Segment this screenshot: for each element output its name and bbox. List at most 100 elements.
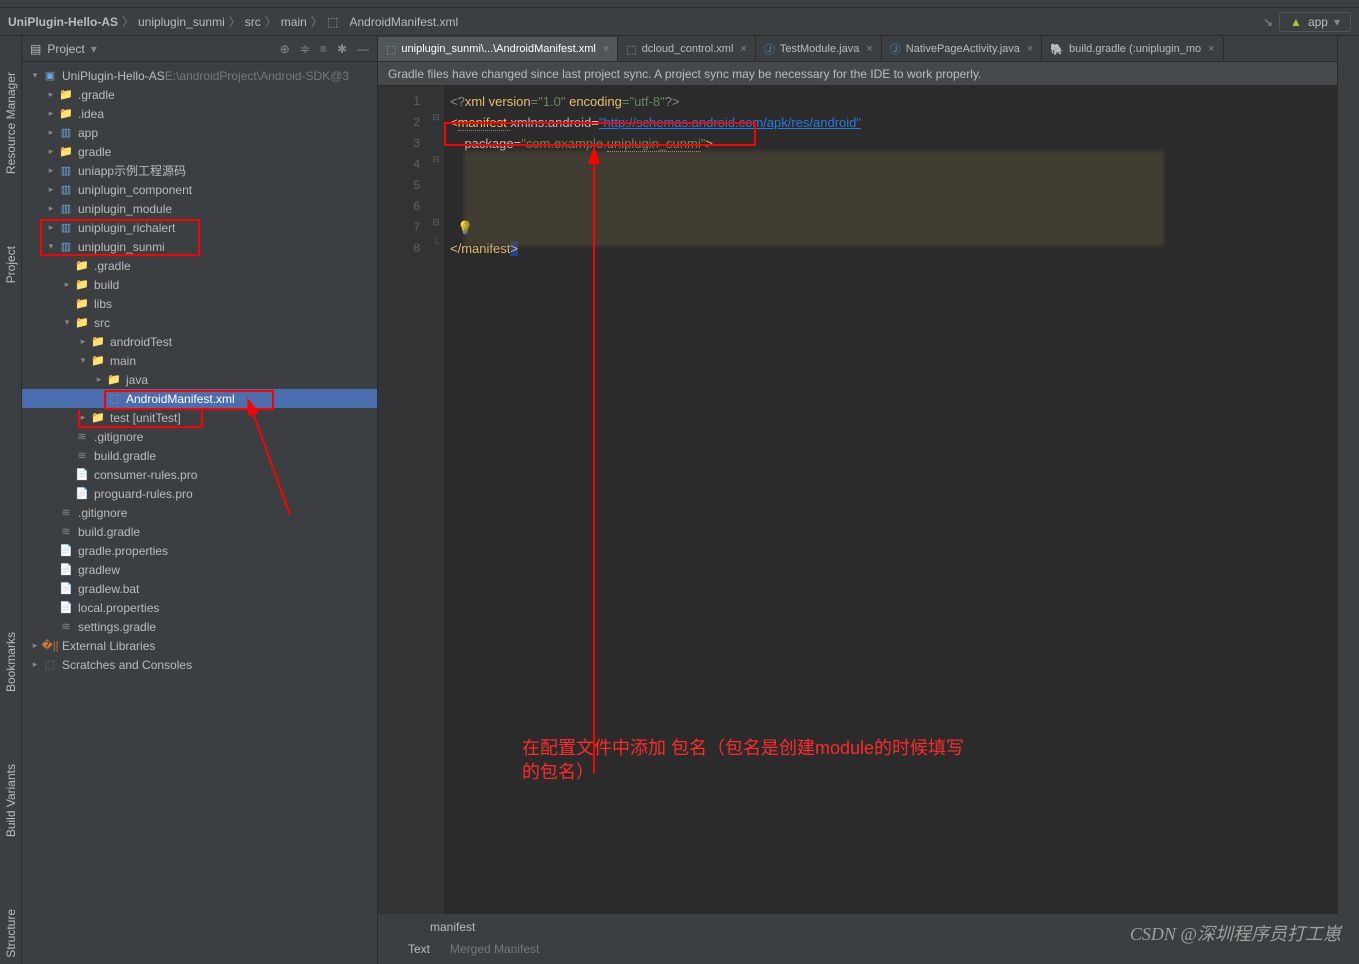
expand-arrow-icon[interactable]: ▾ bbox=[44, 241, 58, 252]
tree-item[interactable]: 📄consumer-rules.pro bbox=[22, 465, 377, 484]
tree-item[interactable]: ▸�|| External Libraries bbox=[22, 636, 377, 655]
tree-label: src bbox=[94, 316, 110, 330]
editor-body: 12345678 ⊟ ⊟ ⊟└ <?xml version="1.0" enco… bbox=[378, 86, 1337, 964]
tree-item[interactable]: ▸📁build bbox=[22, 275, 377, 294]
run-config-selector[interactable]: ▲ app ▾ bbox=[1279, 12, 1351, 32]
editor-tab[interactable]: ⬚dcloud_control.xml× bbox=[618, 37, 756, 61]
tree-item[interactable]: ⬚AndroidManifest.xml bbox=[22, 389, 377, 408]
gradle-sync-banner[interactable]: Gradle files have changed since last pro… bbox=[378, 62, 1337, 86]
expand-arrow-icon[interactable]: ▸ bbox=[76, 336, 90, 347]
close-icon[interactable]: × bbox=[866, 43, 872, 55]
file-p-icon: 📄 bbox=[58, 562, 74, 578]
tree-item[interactable]: ▾📁src bbox=[22, 313, 377, 332]
tree-item[interactable]: ≋.gitignore bbox=[22, 427, 377, 446]
expand-arrow-icon[interactable]: ▸ bbox=[44, 184, 58, 195]
settings-icon[interactable]: ✱ bbox=[337, 42, 347, 56]
chevron-right-icon: 〉 bbox=[265, 13, 277, 30]
expand-arrow-icon[interactable]: ▸ bbox=[76, 412, 90, 423]
tree-item[interactable]: ▸▥uniplugin_richalert bbox=[22, 218, 377, 237]
expand-arrow-icon[interactable]: ▾ bbox=[28, 70, 42, 81]
expand-arrow-icon[interactable]: ▸ bbox=[60, 279, 74, 290]
tree-item[interactable]: ≋build.gradle bbox=[22, 446, 377, 465]
tree-item[interactable]: ≋settings.gradle bbox=[22, 617, 377, 636]
bookmarks-tab[interactable]: Bookmarks bbox=[2, 626, 20, 698]
breadcrumb-root[interactable]: UniPlugin-Hello-AS bbox=[8, 15, 118, 29]
tree-item[interactable]: 📄gradlew.bat bbox=[22, 579, 377, 598]
tree-item[interactable]: ▸⬚Scratches and Consoles bbox=[22, 655, 377, 674]
expand-arrow-icon[interactable]: ▸ bbox=[44, 108, 58, 119]
close-icon[interactable]: × bbox=[740, 43, 746, 55]
tree-item[interactable]: 📁.gradle bbox=[22, 256, 377, 275]
tree-item[interactable]: ▸📁.gradle bbox=[22, 85, 377, 104]
editor-tab[interactable]: ⒿTestModule.java× bbox=[756, 37, 882, 61]
folder-b-icon: 📁 bbox=[106, 372, 122, 388]
expand-arrow-icon[interactable]: ▸ bbox=[44, 127, 58, 138]
merged-manifest-tab[interactable]: Merged Manifest bbox=[450, 942, 539, 956]
tree-label: uniapp示例工程源码 bbox=[78, 162, 186, 179]
structure-tab[interactable]: Structure bbox=[2, 903, 20, 964]
breadcrumb-module[interactable]: uniplugin_sunmi bbox=[138, 15, 225, 29]
close-icon[interactable]: × bbox=[1027, 43, 1033, 55]
breadcrumb-file[interactable]: ⬚ AndroidManifest.xml bbox=[327, 15, 458, 29]
tree-item[interactable]: ≋build.gradle bbox=[22, 522, 377, 541]
collapse-icon[interactable]: ≡ bbox=[320, 42, 327, 56]
tree-item[interactable]: ▸📁java bbox=[22, 370, 377, 389]
close-icon[interactable]: × bbox=[603, 43, 609, 55]
tree-item[interactable]: ▸📁androidTest bbox=[22, 332, 377, 351]
tree-item[interactable]: ▾📁main bbox=[22, 351, 377, 370]
tree-item[interactable]: ▸📁.idea bbox=[22, 104, 377, 123]
expand-arrow-icon[interactable]: ▸ bbox=[44, 203, 58, 214]
expand-arrow-icon[interactable]: ▸ bbox=[28, 659, 42, 670]
expand-icon[interactable]: ≑ bbox=[300, 42, 310, 56]
breadcrumb-src[interactable]: src bbox=[245, 15, 261, 29]
tree-item[interactable]: ▸📁gradle bbox=[22, 142, 377, 161]
breadcrumb-main[interactable]: main bbox=[281, 15, 307, 29]
tree-item[interactable]: ▸▥app bbox=[22, 123, 377, 142]
editor-tab[interactable]: ⒿNativePageActivity.java× bbox=[882, 37, 1043, 61]
close-icon[interactable]: × bbox=[1208, 43, 1214, 55]
tree-item[interactable]: ▾▣UniPlugin-Hello-AS E:\androidProject\A… bbox=[22, 66, 377, 85]
editor-tab[interactable]: ⬚uniplugin_sunmi\...\AndroidManifest.xml… bbox=[378, 37, 618, 61]
module-icon: ▥ bbox=[58, 182, 74, 198]
locate-icon[interactable]: ⊕ bbox=[280, 42, 290, 56]
text-tab[interactable]: Text bbox=[408, 942, 430, 956]
expand-arrow-icon[interactable]: ▸ bbox=[44, 165, 58, 176]
sync-icon[interactable]: ↘ bbox=[1263, 15, 1273, 29]
java-icon: Ⓙ bbox=[764, 41, 775, 57]
hide-icon[interactable]: — bbox=[357, 42, 369, 56]
scratch-icon: ⬚ bbox=[42, 657, 58, 673]
tree-item[interactable]: ▸▥uniplugin_component bbox=[22, 180, 377, 199]
intention-bulb-icon[interactable]: 💡 bbox=[457, 220, 473, 235]
tree-item[interactable]: 📄local.properties bbox=[22, 598, 377, 617]
code-editor[interactable]: <?xml version="1.0" encoding="utf-8"?> <… bbox=[444, 86, 1337, 964]
expand-arrow-icon[interactable]: ▾ bbox=[60, 317, 74, 328]
tree-label: .idea bbox=[78, 107, 104, 121]
tree-label: libs bbox=[94, 297, 112, 311]
expand-arrow-icon[interactable]: ▸ bbox=[44, 89, 58, 100]
resource-manager-tab[interactable]: Resource Manager bbox=[2, 66, 20, 180]
editor-tab[interactable]: 🐘build.gradle (:uniplugin_mo× bbox=[1042, 37, 1223, 61]
tree-item[interactable]: ▸▥uniapp示例工程源码 bbox=[22, 161, 377, 180]
run-config-label: app bbox=[1308, 15, 1328, 29]
tree-item[interactable]: ▸▥uniplugin_module bbox=[22, 199, 377, 218]
expand-arrow-icon[interactable]: ▸ bbox=[92, 374, 106, 385]
tree-item[interactable]: ▾▥uniplugin_sunmi bbox=[22, 237, 377, 256]
project-tree[interactable]: ▾▣UniPlugin-Hello-AS E:\androidProject\A… bbox=[22, 62, 377, 964]
tree-label: local.properties bbox=[78, 601, 159, 615]
build-variants-tab[interactable]: Build Variants bbox=[2, 758, 20, 843]
expand-arrow-icon[interactable]: ▸ bbox=[44, 146, 58, 157]
tree-item[interactable]: ▸📁test [unitTest] bbox=[22, 408, 377, 427]
chevron-down-icon[interactable]: ▾ bbox=[91, 42, 97, 56]
tree-item[interactable]: 📁libs bbox=[22, 294, 377, 313]
expand-arrow-icon[interactable]: ▸ bbox=[28, 640, 42, 651]
tree-item[interactable]: 📄gradle.properties bbox=[22, 541, 377, 560]
expand-arrow-icon[interactable]: ▾ bbox=[76, 355, 90, 366]
tree-item[interactable]: ≋.gitignore bbox=[22, 503, 377, 522]
tree-item[interactable]: 📄proguard-rules.pro bbox=[22, 484, 377, 503]
tab-label: uniplugin_sunmi\...\AndroidManifest.xml bbox=[401, 43, 595, 55]
project-tab[interactable]: Project bbox=[2, 240, 20, 289]
tree-item[interactable]: 📄gradlew bbox=[22, 560, 377, 579]
tree-label: External Libraries bbox=[62, 639, 155, 653]
lib-icon: �|| bbox=[42, 638, 58, 654]
expand-arrow-icon[interactable]: ▸ bbox=[44, 222, 58, 233]
